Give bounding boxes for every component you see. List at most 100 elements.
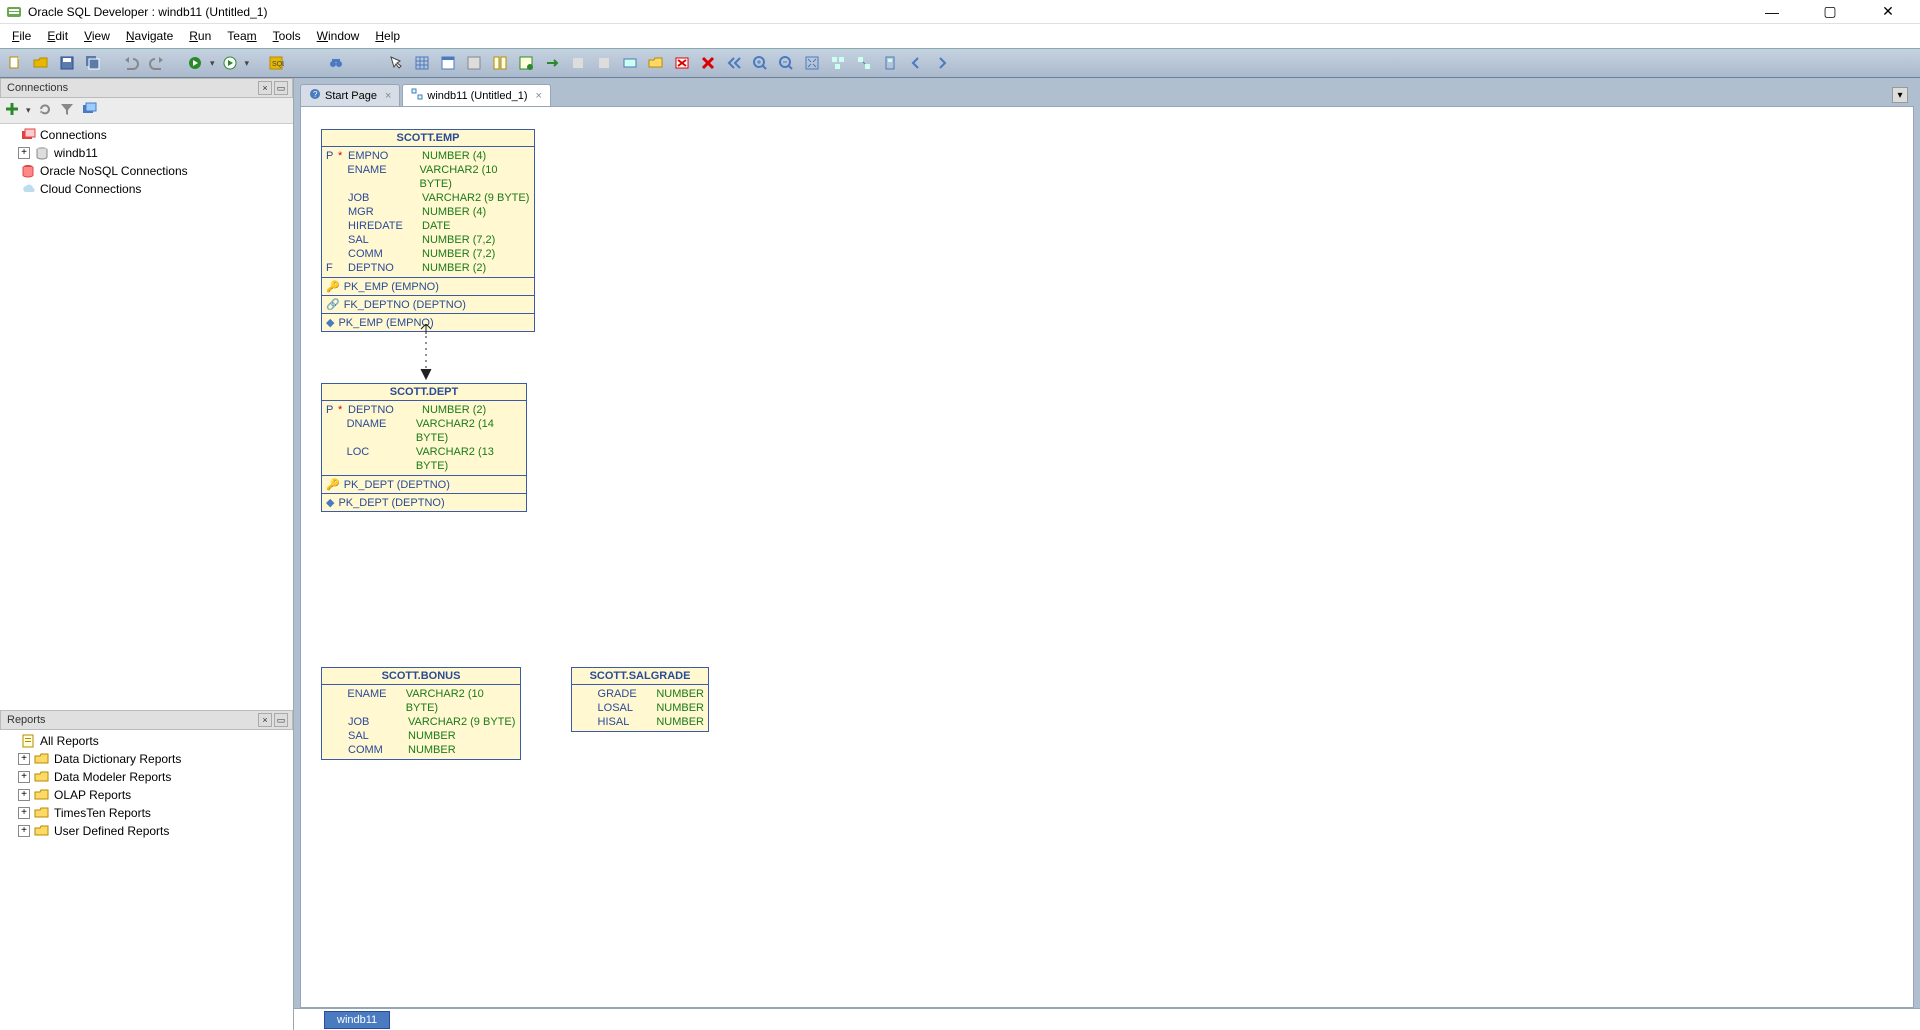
tns-button[interactable] (81, 101, 97, 120)
new-connection-button[interactable] (4, 101, 20, 120)
back-arrow[interactable] (905, 52, 927, 74)
close-icon[interactable]: × (536, 90, 542, 102)
refresh-connections-button[interactable] (37, 101, 53, 120)
table-tool[interactable] (437, 52, 459, 74)
menu-navigate[interactable]: Navigate (118, 27, 181, 45)
column-row: SALNUMBER (322, 729, 520, 743)
report-item[interactable]: +OLAP Reports (0, 786, 293, 804)
delete-tool[interactable] (671, 52, 693, 74)
report-item[interactable]: +User Defined Reports (0, 822, 293, 840)
tab-diagram[interactable]: windb11 (Untitled_1) × (402, 84, 551, 106)
debug-button[interactable] (219, 52, 241, 74)
view-tool[interactable] (463, 52, 485, 74)
menu-window[interactable]: Window (309, 27, 368, 45)
expander-icon[interactable]: + (18, 147, 30, 159)
minimize-button[interactable]: — (1754, 0, 1790, 24)
subview-tool[interactable] (619, 52, 641, 74)
relation-arrow (416, 324, 436, 384)
cloud-connections[interactable]: Cloud Connections (0, 180, 293, 198)
nosql-connections[interactable]: Oracle NoSQL Connections (0, 162, 293, 180)
connections-root-label: Connections (40, 128, 107, 142)
save-all-button[interactable] (82, 52, 104, 74)
new-connection-dropdown[interactable]: ▾ (26, 105, 31, 116)
tabs-dropdown[interactable]: ▾ (1892, 87, 1908, 103)
debug-dropdown[interactable]: ▾ (245, 58, 250, 69)
connections-icon (20, 127, 36, 143)
zoom-out-tool[interactable] (775, 52, 797, 74)
split-tool[interactable] (489, 52, 511, 74)
disabled-tool-1 (567, 52, 589, 74)
table-scott-dept[interactable]: SCOTT.DEPT P*DEPTNONUMBER (2)DNAMEVARCHA… (321, 383, 527, 512)
nosql-label: Oracle NoSQL Connections (40, 164, 188, 178)
rewind-tool[interactable] (723, 52, 745, 74)
menu-run[interactable]: Run (181, 27, 219, 45)
report-item[interactable]: +TimesTen Reports (0, 804, 293, 822)
table-scott-salgrade[interactable]: SCOTT.SALGRADE GRADENUMBERLOSALNUMBERHIS… (571, 667, 709, 732)
expander-icon[interactable]: + (18, 771, 30, 783)
menu-help[interactable]: Help (367, 27, 408, 45)
panel-min-icon[interactable]: × (258, 713, 272, 727)
grid-tool[interactable] (411, 52, 433, 74)
reports-root-label: All Reports (40, 734, 99, 748)
binoculars-icon[interactable] (325, 52, 347, 74)
panel-restore-icon[interactable]: ▭ (274, 81, 288, 95)
new-folder-tool[interactable] (645, 52, 667, 74)
link-tool[interactable] (541, 52, 563, 74)
fit-tool[interactable] (801, 52, 823, 74)
nosql-icon (20, 163, 36, 179)
table-header: SCOTT.EMP (322, 130, 534, 147)
expander-icon[interactable]: + (18, 789, 30, 801)
menu-view[interactable]: View (76, 27, 118, 45)
cloud-icon (20, 181, 36, 197)
run-button[interactable] (184, 52, 206, 74)
report-item[interactable]: +Data Dictionary Reports (0, 750, 293, 768)
merge-tool[interactable] (515, 52, 537, 74)
panel-restore-icon[interactable]: ▭ (274, 713, 288, 727)
pointer-tool[interactable] (385, 52, 407, 74)
expander-icon[interactable]: + (18, 807, 30, 819)
column-row: LOSALNUMBER (572, 701, 708, 715)
connections-root[interactable]: Connections (0, 126, 293, 144)
reports-root[interactable]: All Reports (0, 732, 293, 750)
table-scott-bonus[interactable]: SCOTT.BONUS ENAMEVARCHAR2 (10 BYTE)JOBVA… (321, 667, 521, 760)
forward-arrow[interactable] (931, 52, 953, 74)
tabs-pad: ? Start Page × windb11 (Untitled_1) × ▾ (294, 78, 1920, 106)
status-connection[interactable]: windb11 (324, 1011, 390, 1029)
close-icon[interactable]: × (385, 90, 391, 102)
connection-windb11[interactable]: + windb11 (0, 144, 293, 162)
expander-icon[interactable]: + (18, 753, 30, 765)
tab-start-page[interactable]: ? Start Page × (300, 84, 400, 106)
index-row: ◆ PK_DEPT (DEPTNO) (322, 494, 526, 511)
undo-button[interactable] (120, 52, 142, 74)
layout-tool-2[interactable] (853, 52, 875, 74)
menu-tools[interactable]: Tools (265, 27, 309, 45)
folder-icon (34, 769, 50, 785)
layout-tool-3[interactable] (879, 52, 901, 74)
table-scott-emp[interactable]: SCOTT.EMP P*EMPNONUMBER (4)ENAMEVARCHAR2… (321, 129, 535, 332)
menu-edit[interactable]: Edit (39, 27, 76, 45)
filter-button[interactable] (59, 101, 75, 120)
run-dropdown[interactable]: ▾ (210, 58, 215, 69)
new-button[interactable] (4, 52, 26, 74)
cancel-tool[interactable] (697, 52, 719, 74)
sql-worksheet-button[interactable]: SQL (265, 52, 287, 74)
pk-row: 🔑 PK_EMP (EMPNO) (322, 278, 534, 296)
panel-min-icon[interactable]: × (258, 81, 272, 95)
column-row: ENAMEVARCHAR2 (10 BYTE) (322, 687, 520, 715)
redo-button[interactable] (146, 52, 168, 74)
column-row: JOBVARCHAR2 (9 BYTE) (322, 191, 534, 205)
column-row: GRADENUMBER (572, 687, 708, 701)
report-item[interactable]: +Data Modeler Reports (0, 768, 293, 786)
help-icon: ? (309, 88, 321, 103)
maximize-button[interactable]: ▢ (1812, 0, 1848, 24)
open-button[interactable] (30, 52, 52, 74)
menu-file[interactable]: File (4, 27, 39, 45)
diagram-canvas[interactable]: SCOTT.EMP P*EMPNONUMBER (4)ENAMEVARCHAR2… (300, 106, 1914, 1008)
menu-team[interactable]: Team (219, 27, 264, 45)
expander-icon[interactable]: + (18, 825, 30, 837)
diagram-icon (411, 88, 423, 103)
layout-tool-1[interactable] (827, 52, 849, 74)
zoom-in-tool[interactable] (749, 52, 771, 74)
close-button[interactable]: ✕ (1870, 0, 1906, 24)
save-button[interactable] (56, 52, 78, 74)
